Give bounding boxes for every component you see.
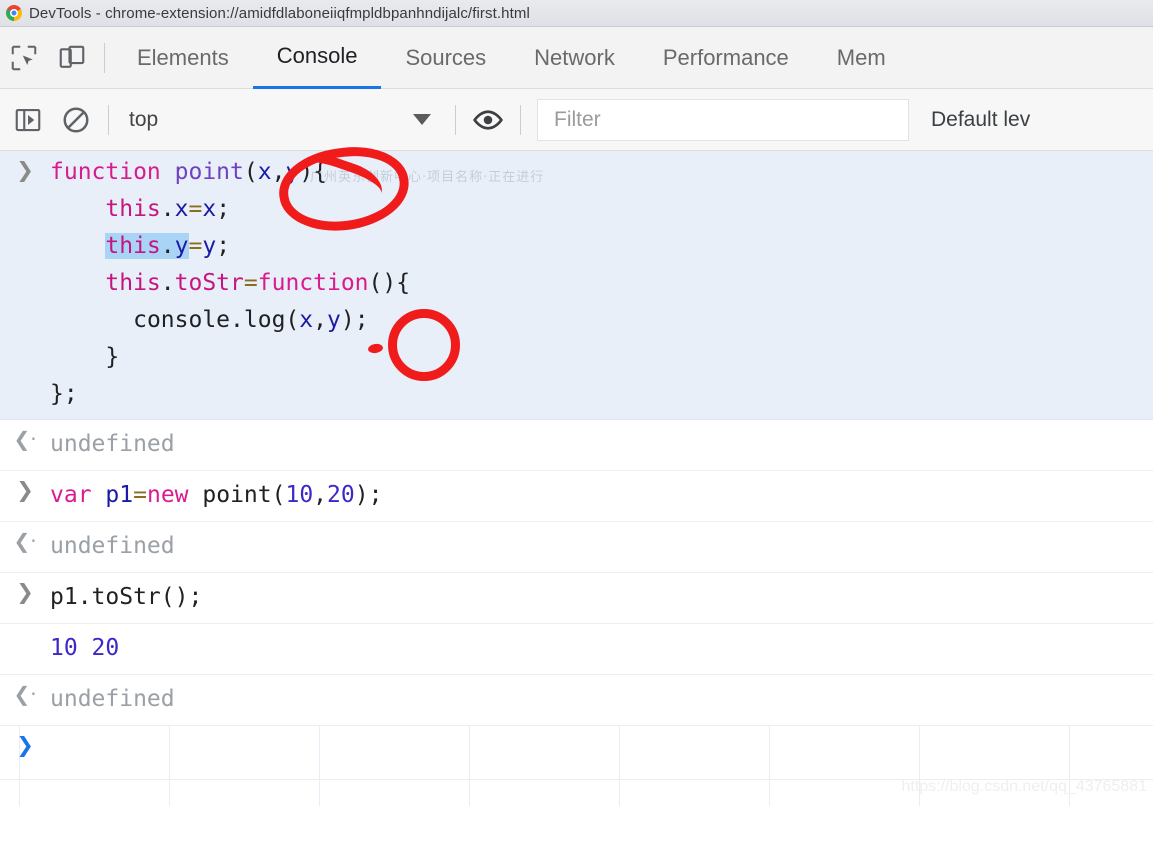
chevron-right-icon: ❯ <box>16 580 34 604</box>
chevron-down-icon <box>413 114 431 125</box>
inspect-element-button[interactable] <box>0 34 48 82</box>
filter-input[interactable] <box>552 106 908 133</box>
console-entry-input[interactable]: ❯ p1.toStr(); <box>0 573 1153 624</box>
tab-sources[interactable]: Sources <box>381 27 510 89</box>
console-result-text: undefined <box>50 533 175 559</box>
chevron-left-icon: ❮· <box>13 427 37 451</box>
console-entry-result[interactable]: ❮· undefined <box>0 675 1153 726</box>
console-result-text: undefined <box>50 431 175 457</box>
toolbar-divider <box>104 42 105 73</box>
panel-tabs: Elements Console Sources Network Perform… <box>113 27 1153 89</box>
console-entry-result[interactable]: ❮· undefined <box>0 522 1153 573</box>
console-sidebar-toggle-button[interactable] <box>4 96 52 144</box>
console-entry-log[interactable]: 10 20 <box>0 624 1153 675</box>
execution-context-label: top <box>129 107 159 131</box>
devtools-tabstrip: Elements Console Sources Network Perform… <box>0 27 1153 89</box>
console-toolbar-divider-3 <box>520 104 521 135</box>
inspect-element-icon <box>9 43 39 73</box>
tab-network[interactable]: Network <box>510 27 639 89</box>
log-levels-selector[interactable]: Default lev <box>931 108 1030 132</box>
console-input-code: function point(x,y){ this.x=x; this.y=y;… <box>50 159 411 407</box>
chevron-right-icon: ❯ <box>16 733 34 757</box>
console-prompt-input[interactable] <box>50 726 1153 739</box>
chrome-logo-icon <box>6 5 22 21</box>
clear-console-icon <box>61 105 91 135</box>
console-entry-input[interactable]: ❯ var p1=new point(10,20); <box>0 471 1153 522</box>
live-expression-eye-icon <box>472 104 504 136</box>
chevron-left-icon: ❮· <box>13 682 37 706</box>
tab-elements[interactable]: Elements <box>113 27 253 89</box>
console-sidebar-toggle-icon <box>13 105 43 135</box>
tab-console-label: Console <box>276 43 358 68</box>
console-toolbar-divider-2 <box>455 104 456 135</box>
tab-console[interactable]: Console <box>252 27 382 89</box>
device-toolbar-icon <box>57 43 87 73</box>
console-input-code: p1.toStr(); <box>50 584 203 610</box>
console-entry-result[interactable]: ❮· undefined <box>0 420 1153 471</box>
console-log-text: 10 20 <box>50 635 120 661</box>
tab-elements-label: Elements <box>137 44 229 70</box>
entry-marker: ❯ <box>0 726 50 756</box>
tab-memory-label: Mem <box>836 44 886 70</box>
device-toolbar-button[interactable] <box>48 34 96 82</box>
entry-marker: ❯ <box>0 573 50 603</box>
chevron-right-icon: ❯ <box>16 158 34 182</box>
window-titlebar: DevTools - chrome-extension://amidfdlabo… <box>0 0 1153 27</box>
window-title: DevTools - chrome-extension://amidfdlabo… <box>29 4 530 22</box>
clear-console-button[interactable] <box>52 96 100 144</box>
chevron-right-icon: ❯ <box>16 478 34 502</box>
entry-marker: ❯ <box>0 151 50 181</box>
console-toolbar: top Default lev <box>0 89 1153 151</box>
console-entry-input-multiline[interactable]: ❯ function point(x,y){ this.x=x; this.y=… <box>0 151 1153 420</box>
console-result-text: undefined <box>50 686 175 712</box>
entry-marker: ❮· <box>0 420 50 449</box>
entry-marker: ❯ <box>0 471 50 501</box>
entry-marker <box>0 624 50 633</box>
console-input-code: var p1=new point(10,20); <box>50 482 383 508</box>
tab-memory[interactable]: Mem <box>813 27 910 89</box>
tab-sources-label: Sources <box>405 44 487 70</box>
tab-network-label: Network <box>534 44 615 70</box>
entry-marker: ❮· <box>0 675 50 704</box>
entry-marker: ❮· <box>0 522 50 551</box>
console-toolbar-divider-1 <box>108 104 109 135</box>
tab-performance-label: Performance <box>662 44 789 70</box>
tab-performance[interactable]: Performance <box>639 27 813 89</box>
filter-input-wrapper[interactable] <box>537 98 909 141</box>
console-prompt[interactable]: ❯ <box>0 726 1153 780</box>
live-expression-button[interactable] <box>464 96 512 144</box>
execution-context-selector[interactable]: top <box>117 100 447 140</box>
corner-watermark: https://blog.csdn.net/qq_43765881 <box>901 778 1147 795</box>
inline-watermark: 广州英东创新中心·项目名称·正在进行 <box>310 170 545 185</box>
console-message-list[interactable]: ❯ function point(x,y){ this.x=x; this.y=… <box>0 151 1153 806</box>
chevron-left-icon: ❮· <box>13 529 37 553</box>
